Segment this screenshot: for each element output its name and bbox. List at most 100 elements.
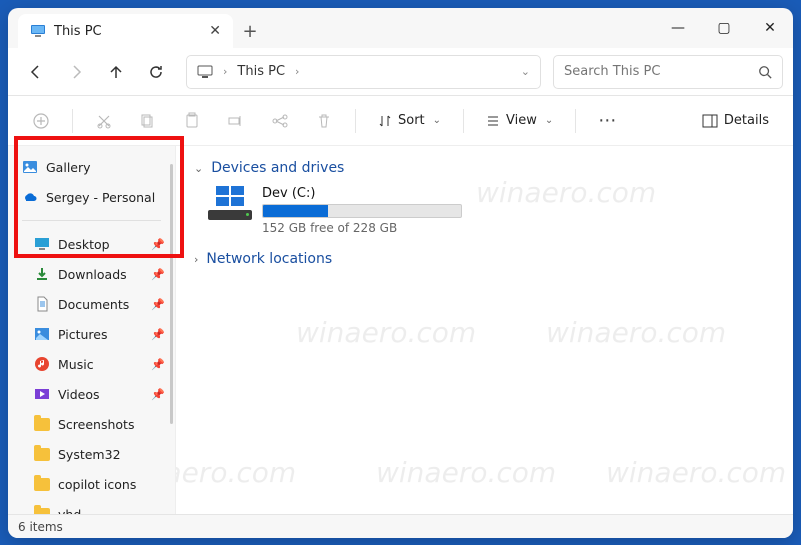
close-window-button[interactable]: ✕ (747, 8, 793, 48)
sidebar-item-documents[interactable]: Documents 📌 (8, 289, 175, 319)
chevron-down-icon: ⌄ (545, 115, 553, 126)
this-pc-icon (30, 23, 46, 39)
sidebar-item-downloads[interactable]: Downloads 📌 (8, 259, 175, 289)
sidebar-item-copilot-icons[interactable]: copilot icons (8, 469, 175, 499)
group-label: Network locations (206, 251, 332, 267)
sidebar-item-screenshots[interactable]: Screenshots (8, 409, 175, 439)
sidebar-item-videos[interactable]: Videos 📌 (8, 379, 175, 409)
back-button[interactable] (18, 54, 54, 90)
sidebar-item-label: Videos (58, 387, 100, 402)
sidebar-item-label: Desktop (58, 237, 110, 252)
sidebar-item-system32[interactable]: System32 (8, 439, 175, 469)
search-icon[interactable] (758, 65, 772, 79)
chevron-right-icon[interactable]: › (14, 192, 18, 203)
chevron-right-icon: › (295, 65, 299, 78)
sidebar-item-label: Pictures (58, 327, 108, 342)
up-button[interactable] (98, 54, 134, 90)
chevron-down-icon: ⌄ (433, 115, 441, 126)
titlebar: This PC ✕ + — ▢ ✕ (8, 8, 793, 48)
navigation-bar: › This PC › ⌄ (8, 48, 793, 96)
search-input[interactable] (564, 64, 750, 79)
watermark: winaero.com (546, 316, 726, 349)
folder-icon (34, 506, 50, 514)
folder-icon (34, 416, 50, 432)
address-dropdown-icon[interactable]: ⌄ (521, 65, 530, 78)
pictures-icon (34, 326, 50, 342)
view-button[interactable]: View ⌄ (476, 103, 563, 139)
drive-info: Dev (C:) 152 GB free of 228 GB (262, 186, 462, 235)
documents-icon (34, 296, 50, 312)
sidebar-item-vhd[interactable]: vhd (8, 499, 175, 514)
content-pane: winaero.com winaero.com winaero.com wina… (176, 146, 793, 514)
paste-icon[interactable] (173, 102, 211, 140)
maximize-button[interactable]: ▢ (701, 8, 747, 48)
navigation-pane: Gallery › Sergey - Personal Desktop 📌 Do… (8, 146, 176, 514)
forward-button[interactable] (58, 54, 94, 90)
downloads-icon (34, 266, 50, 282)
sidebar-item-music[interactable]: Music 📌 (8, 349, 175, 379)
body: Gallery › Sergey - Personal Desktop 📌 Do… (8, 146, 793, 514)
tab-title: This PC (54, 24, 102, 39)
sidebar-divider (22, 220, 161, 221)
monitor-icon (197, 64, 213, 80)
sidebar-item-label: System32 (58, 447, 121, 462)
chevron-down-icon: ⌄ (194, 162, 203, 175)
toolbar-separator (575, 109, 576, 133)
chevron-right-icon: › (194, 253, 198, 266)
group-devices-and-drives[interactable]: ⌄ Devices and drives (194, 160, 775, 176)
address-segment[interactable]: This PC (237, 64, 285, 79)
drive-usage-fill (263, 205, 328, 217)
file-explorer-window: This PC ✕ + — ▢ ✕ › This PC › (8, 8, 793, 538)
share-icon[interactable] (261, 102, 299, 140)
sidebar-item-label: Sergey - Personal (46, 190, 155, 205)
more-button[interactable]: ⋯ (588, 110, 626, 131)
watermark: winaero.com (606, 456, 786, 489)
active-tab[interactable]: This PC ✕ (18, 14, 233, 48)
sort-button[interactable]: Sort ⌄ (368, 103, 451, 139)
folder-icon (34, 476, 50, 492)
music-icon (34, 356, 50, 372)
toolbar-separator (355, 109, 356, 133)
sidebar-item-pictures[interactable]: Pictures 📌 (8, 319, 175, 349)
delete-icon[interactable] (305, 102, 343, 140)
drive-item[interactable]: Dev (C:) 152 GB free of 228 GB (208, 186, 775, 235)
cut-icon[interactable] (85, 102, 123, 140)
close-tab-icon[interactable]: ✕ (209, 23, 221, 39)
group-network-locations[interactable]: › Network locations (194, 251, 775, 267)
copy-icon[interactable] (129, 102, 167, 140)
sidebar-item-label: copilot icons (58, 477, 136, 492)
new-tab-button[interactable]: + (233, 14, 267, 48)
sidebar-item-label: Downloads (58, 267, 127, 282)
toolbar-separator (72, 109, 73, 133)
command-bar: Sort ⌄ View ⌄ ⋯ Details (8, 96, 793, 146)
details-label: Details (724, 113, 769, 128)
sidebar-item-onedrive[interactable]: › Sergey - Personal (8, 182, 175, 212)
status-bar: 6 items (8, 514, 793, 538)
watermark: winaero.com (296, 316, 476, 349)
sidebar-item-desktop[interactable]: Desktop 📌 (8, 229, 175, 259)
sidebar-item-label: vhd (58, 507, 81, 515)
new-item-icon[interactable] (22, 102, 60, 140)
pin-icon: 📌 (151, 298, 165, 311)
sidebar-item-gallery[interactable]: Gallery (8, 152, 175, 182)
drive-name: Dev (C:) (262, 186, 462, 201)
minimize-button[interactable]: — (655, 8, 701, 48)
videos-icon (34, 386, 50, 402)
sort-label: Sort (398, 113, 425, 128)
pin-icon: 📌 (151, 328, 165, 341)
group-label: Devices and drives (211, 160, 344, 176)
sidebar-item-label: Documents (58, 297, 129, 312)
onedrive-icon (22, 189, 38, 205)
desktop-icon (34, 236, 50, 252)
address-bar[interactable]: › This PC › ⌄ (186, 55, 541, 89)
window-controls: — ▢ ✕ (655, 8, 793, 48)
gallery-icon (22, 159, 38, 175)
details-pane-button[interactable]: Details (692, 103, 779, 139)
watermark: winaero.com (176, 456, 296, 489)
rename-icon[interactable] (217, 102, 255, 140)
sidebar-item-label: Gallery (46, 160, 91, 175)
drive-usage-bar (262, 204, 462, 218)
refresh-button[interactable] (138, 54, 174, 90)
search-box[interactable] (553, 55, 783, 89)
sidebar-item-label: Music (58, 357, 94, 372)
